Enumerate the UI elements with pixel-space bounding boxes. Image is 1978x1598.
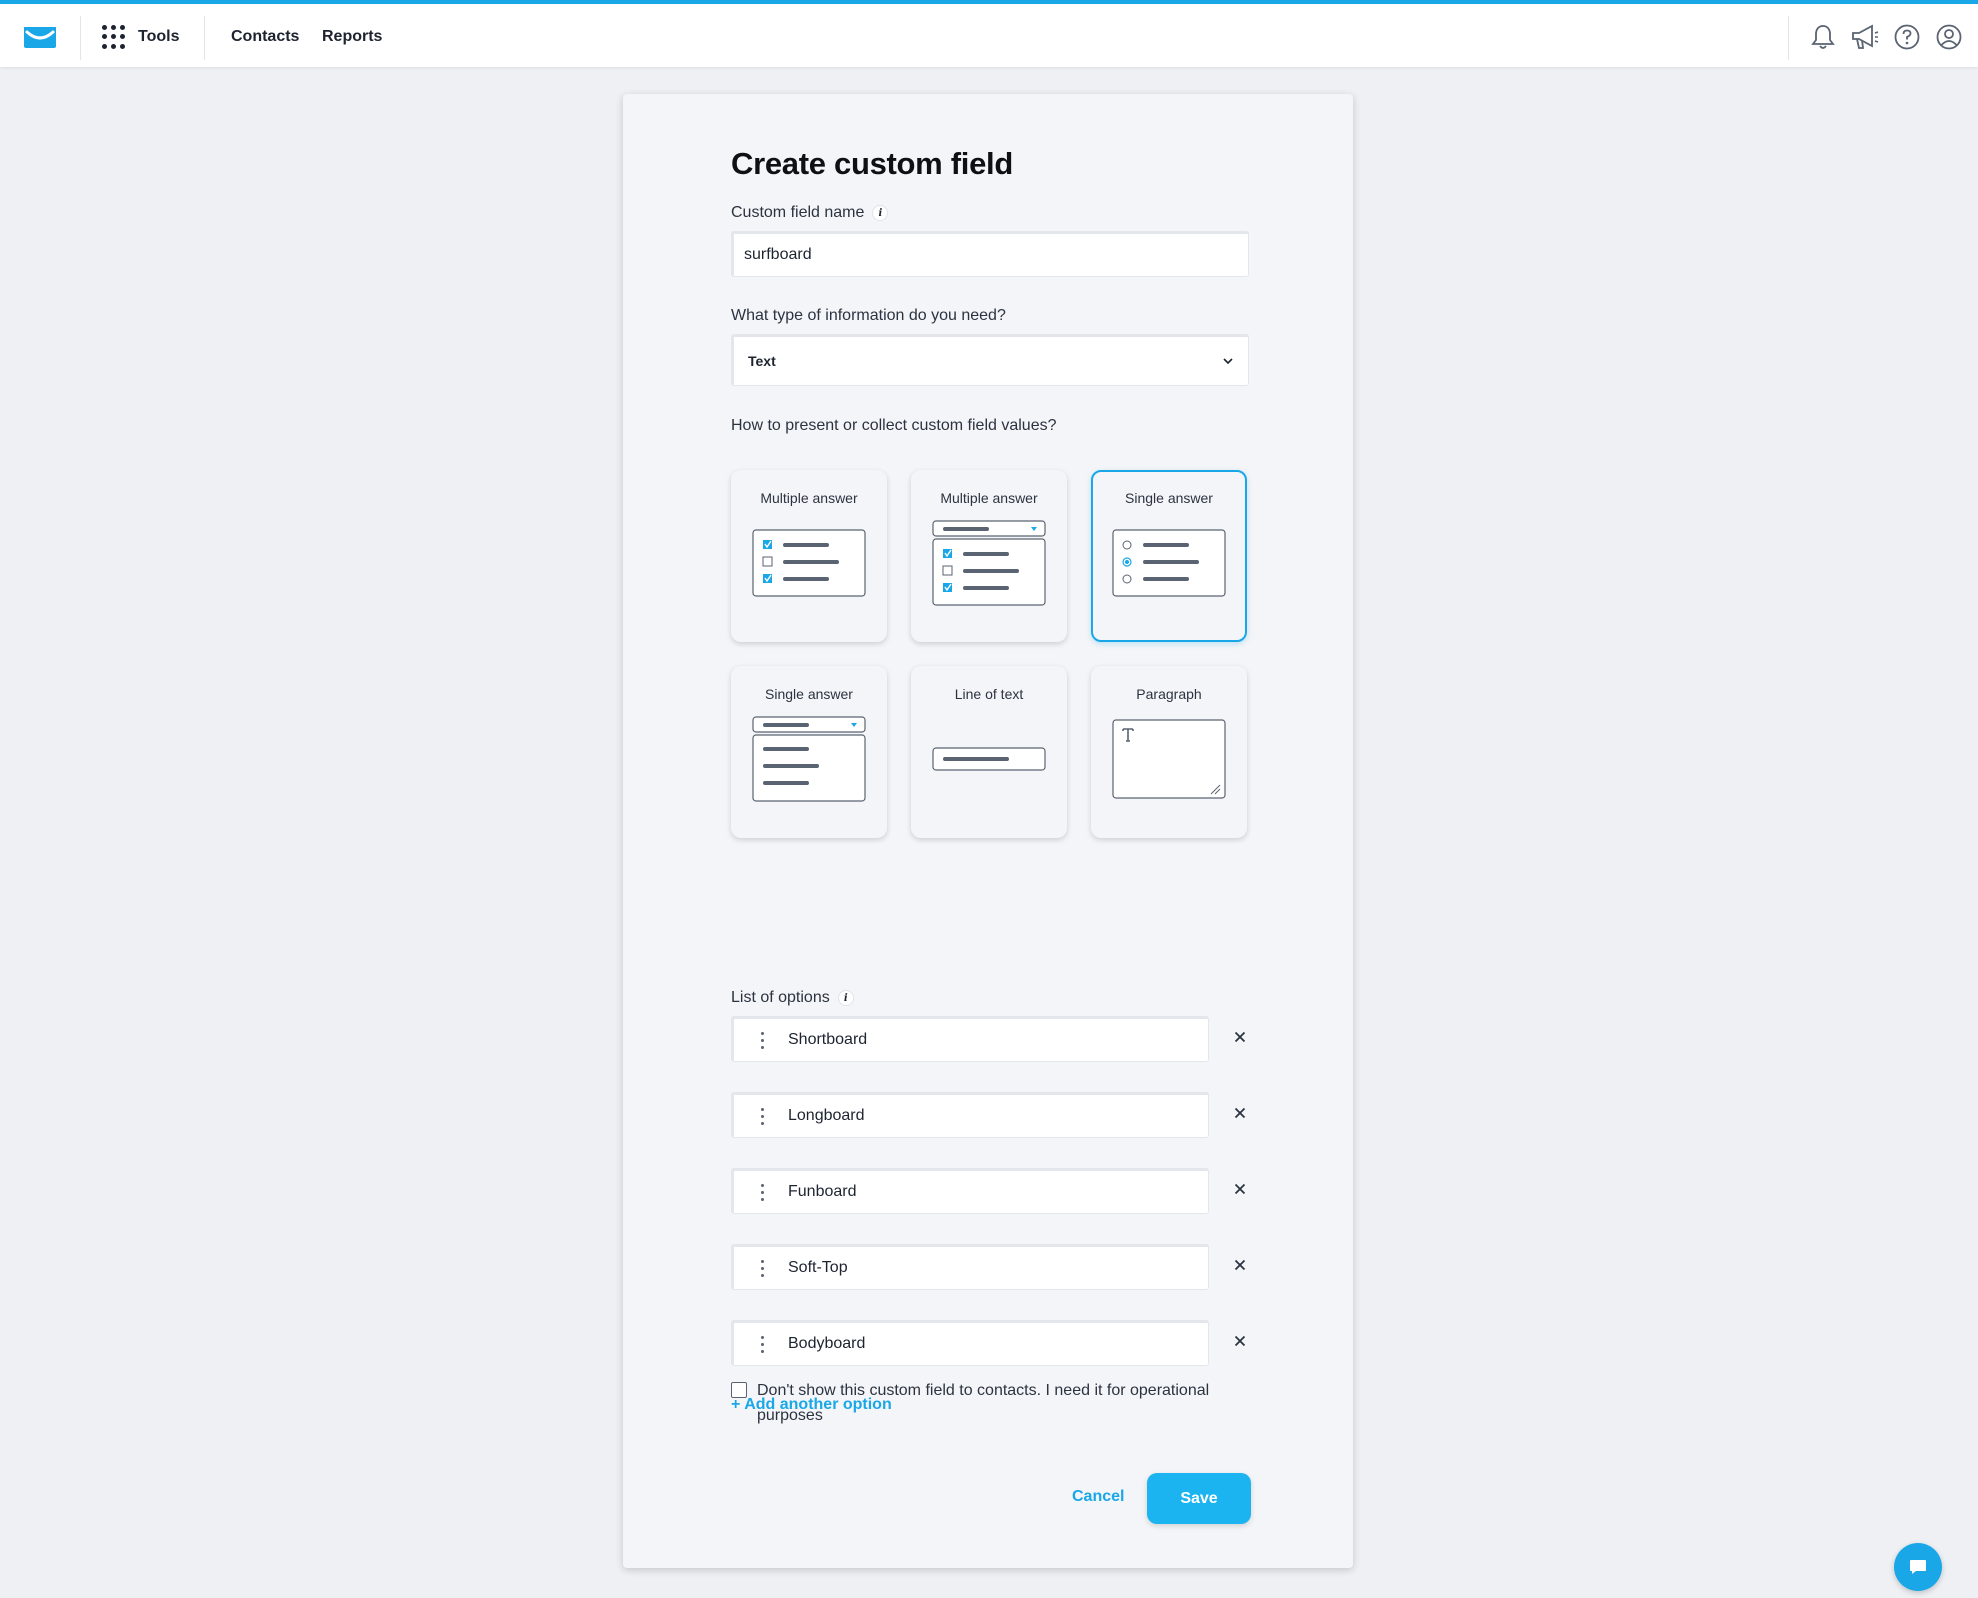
drag-handle-icon[interactable] bbox=[750, 1180, 774, 1204]
option-input[interactable]: Funboard bbox=[731, 1168, 1209, 1214]
info-icon[interactable]: i bbox=[837, 990, 854, 1006]
nav-reports[interactable]: Reports bbox=[322, 28, 382, 46]
option-input[interactable]: Longboard bbox=[731, 1092, 1209, 1138]
tile-line-of-text[interactable]: Line of text bbox=[911, 666, 1067, 838]
hide-field-checkbox[interactable] bbox=[731, 1382, 747, 1398]
nav-icon-group bbox=[1808, 22, 1964, 52]
checkbox-list-icon bbox=[752, 529, 866, 597]
list-of-options-label-text: List of options bbox=[731, 989, 830, 1006]
info-type-select[interactable]: Text bbox=[731, 334, 1249, 386]
option-value: Soft-Top bbox=[788, 1259, 848, 1276]
apps-grid-icon bbox=[102, 25, 126, 49]
bell-icon[interactable] bbox=[1808, 22, 1838, 52]
megaphone-icon[interactable] bbox=[1850, 22, 1880, 52]
custom-field-name-label-text: Custom field name bbox=[731, 204, 865, 221]
tile-paragraph[interactable]: Paragraph bbox=[1091, 666, 1247, 838]
option-value: Bodyboard bbox=[788, 1335, 866, 1352]
option-row: Longboard bbox=[731, 1092, 1251, 1138]
tile-single-answer-dropdown[interactable]: Single answer bbox=[731, 666, 887, 838]
option-input[interactable]: Bodyboard bbox=[731, 1320, 1209, 1366]
nav-divider bbox=[80, 16, 81, 60]
tile-single-answer-radio[interactable]: Single answer bbox=[1091, 470, 1247, 642]
tile-multiple-answer-checkboxes[interactable]: Multiple answer bbox=[731, 470, 887, 642]
chat-icon bbox=[1910, 1560, 1926, 1574]
option-value: Longboard bbox=[788, 1107, 865, 1124]
chat-button[interactable] bbox=[1894, 1543, 1942, 1591]
option-value: Funboard bbox=[788, 1183, 857, 1200]
info-type-label: What type of information do you need? bbox=[731, 307, 1006, 325]
drag-handle-icon[interactable] bbox=[750, 1332, 774, 1356]
cancel-button[interactable]: Cancel bbox=[1072, 1488, 1124, 1506]
hide-field-checkbox-label: Don't show this custom field to contacts… bbox=[757, 1382, 1210, 1424]
mail-logo-icon[interactable] bbox=[22, 24, 58, 50]
drag-handle-icon[interactable] bbox=[750, 1104, 774, 1128]
paragraph-icon bbox=[1112, 719, 1226, 799]
option-row: Funboard bbox=[731, 1168, 1251, 1214]
radio-list-icon bbox=[1112, 529, 1226, 597]
close-icon[interactable] bbox=[1230, 1255, 1250, 1275]
close-icon[interactable] bbox=[1230, 1179, 1250, 1199]
drag-handle-icon[interactable] bbox=[750, 1256, 774, 1280]
custom-field-name-value: surfboard bbox=[744, 246, 812, 263]
present-label: How to present or collect custom field v… bbox=[731, 417, 1056, 435]
option-value: Shortboard bbox=[788, 1031, 868, 1048]
page-title: Create custom field bbox=[731, 146, 1013, 181]
chevron-down-icon bbox=[1223, 358, 1233, 365]
nav-contacts[interactable]: Contacts bbox=[231, 28, 299, 46]
user-icon[interactable] bbox=[1934, 22, 1964, 52]
present-label-text: How to present or collect custom field v… bbox=[731, 417, 1057, 434]
tools-label: Tools bbox=[138, 28, 180, 45]
option-input[interactable]: Soft-Top bbox=[731, 1244, 1209, 1290]
help-icon[interactable] bbox=[1892, 22, 1922, 52]
nav-divider bbox=[1788, 16, 1789, 60]
info-icon[interactable]: i bbox=[872, 205, 889, 221]
tools-menu[interactable]: Tools bbox=[102, 25, 179, 49]
option-row: Shortboard bbox=[731, 1016, 1251, 1062]
save-button[interactable]: Save bbox=[1147, 1473, 1251, 1524]
dropdown-list-icon bbox=[752, 716, 866, 802]
text-line-icon bbox=[932, 747, 1046, 771]
hide-field-checkbox-row: Don't show this custom field to contacts… bbox=[731, 1378, 1251, 1428]
drag-handle-icon[interactable] bbox=[750, 1028, 774, 1052]
create-custom-field-card: Create custom field Custom field name i … bbox=[623, 94, 1353, 1568]
close-icon[interactable] bbox=[1230, 1103, 1250, 1123]
option-input[interactable]: Shortboard bbox=[731, 1016, 1209, 1062]
info-type-label-text: What type of information do you need? bbox=[731, 307, 1006, 324]
custom-field-name-label: Custom field name i bbox=[731, 204, 889, 222]
top-navbar: Tools Contacts Reports bbox=[0, 0, 1978, 67]
custom-field-name-input[interactable]: surfboard bbox=[731, 231, 1249, 277]
dropdown-checkbox-list-icon bbox=[932, 520, 1046, 606]
close-icon[interactable] bbox=[1230, 1027, 1250, 1047]
info-type-value: Text bbox=[748, 353, 776, 369]
option-row: Bodyboard bbox=[731, 1320, 1251, 1366]
tile-multiple-answer-dropdown[interactable]: Multiple answer bbox=[911, 470, 1067, 642]
option-row: Soft-Top bbox=[731, 1244, 1251, 1290]
close-icon[interactable] bbox=[1230, 1331, 1250, 1351]
nav-divider bbox=[204, 16, 205, 60]
list-of-options-label: List of options i bbox=[731, 989, 854, 1007]
